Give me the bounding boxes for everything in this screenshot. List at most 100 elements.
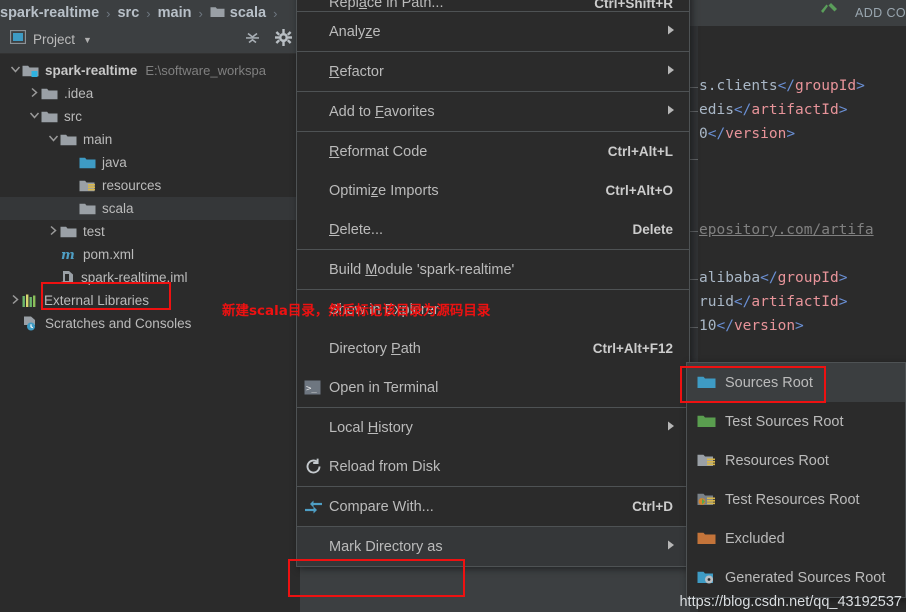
test-sources-root-icon <box>697 414 716 429</box>
chevron-right-icon[interactable] <box>27 87 41 101</box>
tree-node-label: main <box>83 132 113 147</box>
tree-node-test[interactable]: test <box>0 220 300 243</box>
project-tree[interactable]: spark-realtime E:\software_workspa .idea sr… <box>0 54 300 612</box>
svg-text:>_: >_ <box>306 384 317 394</box>
menu-item-shortcut: Ctrl+Alt+F12 <box>592 341 673 356</box>
tree-node-path: E:\software_workspa <box>145 63 266 78</box>
breadcrumb-separator: › <box>273 5 278 21</box>
menu-item-directory-path[interactable]: Directory Path Ctrl+Alt+F12 <box>297 329 689 368</box>
menu-item-label: Optimize Imports <box>329 182 439 199</box>
folder-icon <box>41 110 58 124</box>
submenu-item-resources-root[interactable]: Resources Root <box>687 441 905 480</box>
refresh-icon <box>304 447 323 486</box>
watermark-url: https://blog.csdn.net/qq_43192537 <box>679 594 902 610</box>
tree-node-resources[interactable]: resources <box>0 174 300 197</box>
breadcrumb-separator: › <box>198 5 203 21</box>
submenu-item-test-resources-root[interactable]: Test Resources Root <box>687 480 905 519</box>
maven-pom-icon: m <box>60 247 77 262</box>
chevron-right-icon <box>667 421 675 434</box>
code-line: 10</version> <box>699 314 874 338</box>
submenu-item-sources-root[interactable]: Sources Root <box>687 363 905 402</box>
tree-node-spark-realtime[interactable]: spark-realtime E:\software_workspa <box>0 59 300 82</box>
menu-item-label: Compare With... <box>329 498 434 515</box>
breadcrumb-item-2[interactable]: main <box>158 5 192 21</box>
tree-node-main[interactable]: main <box>0 128 300 151</box>
code-token: groupId <box>795 78 857 94</box>
code-token: > <box>838 102 848 118</box>
code-line: epository.com/artifa <box>699 218 874 242</box>
menu-item-refactor[interactable]: Refactor <box>297 52 689 91</box>
submenu-item-label: Excluded <box>725 530 785 547</box>
code-token: version <box>725 126 787 142</box>
tree-node-label: src <box>64 109 82 124</box>
generated-sources-root-icon <box>697 570 716 585</box>
mark-directory-as-submenu[interactable]: Sources Root Test Sources Root Resources R… <box>686 362 906 598</box>
folder-icon <box>41 87 58 101</box>
tree-node-label: .idea <box>64 86 94 101</box>
submenu-item-generated-sources-root[interactable]: Generated Sources Root <box>687 558 905 597</box>
folder-icon <box>79 202 96 216</box>
breadcrumb-item-1[interactable]: src <box>117 5 139 21</box>
menu-item-shortcut: Delete <box>632 222 673 237</box>
menu-item-local-history[interactable]: Local History <box>297 408 689 447</box>
tree-node-java[interactable]: java <box>0 151 300 174</box>
menu-item-build-module-spark-realtime[interactable]: Build Module 'spark-realtime' <box>297 250 689 289</box>
code-token: s.clients <box>699 78 778 94</box>
context-menu[interactable]: Replace in Path... Ctrl+Shift+R Analyze Ref… <box>296 0 690 567</box>
code-token: </ <box>760 270 778 286</box>
code-token: 0 <box>699 126 708 142</box>
tree-node-label: test <box>83 224 105 239</box>
chevron-right-icon[interactable] <box>46 225 60 239</box>
menu-item-add-to-favorites[interactable]: Add to Favorites <box>297 92 689 131</box>
menu-item-replace-in-path[interactable]: Replace in Path... Ctrl+Shift+R <box>297 0 689 11</box>
tree-node--idea[interactable]: .idea <box>0 82 300 105</box>
resources-folder-icon <box>79 179 96 193</box>
chevron-down-icon[interactable] <box>27 111 41 123</box>
code-token: > <box>795 318 804 334</box>
menu-item-label: Add to Favorites <box>329 103 435 120</box>
tree-node-pom-xml[interactable]: m pom.xml <box>0 243 300 266</box>
submenu-item-test-sources-root[interactable]: Test Sources Root <box>687 402 905 441</box>
tree-node-scala[interactable]: scala <box>0 197 300 220</box>
breadcrumb-separator: › <box>146 5 151 21</box>
menu-item-analyze[interactable]: Analyze <box>297 12 689 51</box>
tree-node-spark-realtime-iml[interactable]: spark-realtime.iml <box>0 266 300 289</box>
chevron-right-icon[interactable] <box>8 294 22 308</box>
menu-item-label: Open in Terminal <box>329 379 439 396</box>
menu-item-optimize-imports[interactable]: Optimize Imports Ctrl+Alt+O <box>297 171 689 210</box>
add-configuration-button[interactable]: ADD CO <box>815 0 906 26</box>
tree-node-label: resources <box>102 178 162 193</box>
menu-item-compare-with[interactable]: Compare With... Ctrl+D <box>297 487 689 526</box>
code-line: 0</version> <box>699 122 874 146</box>
collapse-all-icon[interactable] <box>244 30 261 50</box>
code-line: alibaba</groupId> <box>699 266 874 290</box>
iml-file-icon <box>60 270 75 285</box>
project-tool-window-header: Project ▼ <box>0 26 300 54</box>
menu-item-mark-directory-as[interactable]: Mark Directory as <box>297 527 689 566</box>
project-window-icon <box>9 29 27 49</box>
code-token: 10 <box>699 318 717 334</box>
gear-icon[interactable] <box>275 29 292 51</box>
code-line: edis</artifactId> <box>699 98 874 122</box>
menu-item-delete[interactable]: Delete... Delete <box>297 210 689 249</box>
menu-item-open-in-terminal[interactable]: >_ Open in Terminal <box>297 368 689 407</box>
tree-node-label: spark-realtime.iml <box>81 270 188 285</box>
resources-root-icon <box>697 453 716 468</box>
menu-item-reformat-code[interactable]: Reformat Code Ctrl+Alt+L <box>297 132 689 171</box>
menu-item-reload-from-disk[interactable]: Reload from Disk <box>297 447 689 486</box>
breadcrumb-item-3[interactable]: scala <box>230 5 266 21</box>
tree-node-src[interactable]: src <box>0 105 300 128</box>
chevron-down-icon[interactable] <box>46 134 60 146</box>
menu-item-shortcut: Ctrl+Alt+O <box>605 183 673 198</box>
menu-item-shortcut: Ctrl+D <box>632 499 673 514</box>
terminal-icon: >_ <box>304 368 321 407</box>
code-token: groupId <box>777 270 839 286</box>
submenu-item-excluded[interactable]: Excluded <box>687 519 905 558</box>
menu-item-label: Analyze <box>329 23 381 40</box>
chevron-down-icon[interactable]: ▼ <box>83 35 92 45</box>
menu-item-shortcut: Ctrl+Shift+R <box>594 0 673 11</box>
chevron-down-icon[interactable] <box>8 65 22 77</box>
breadcrumb-item-0[interactable]: spark-realtime <box>0 5 99 21</box>
